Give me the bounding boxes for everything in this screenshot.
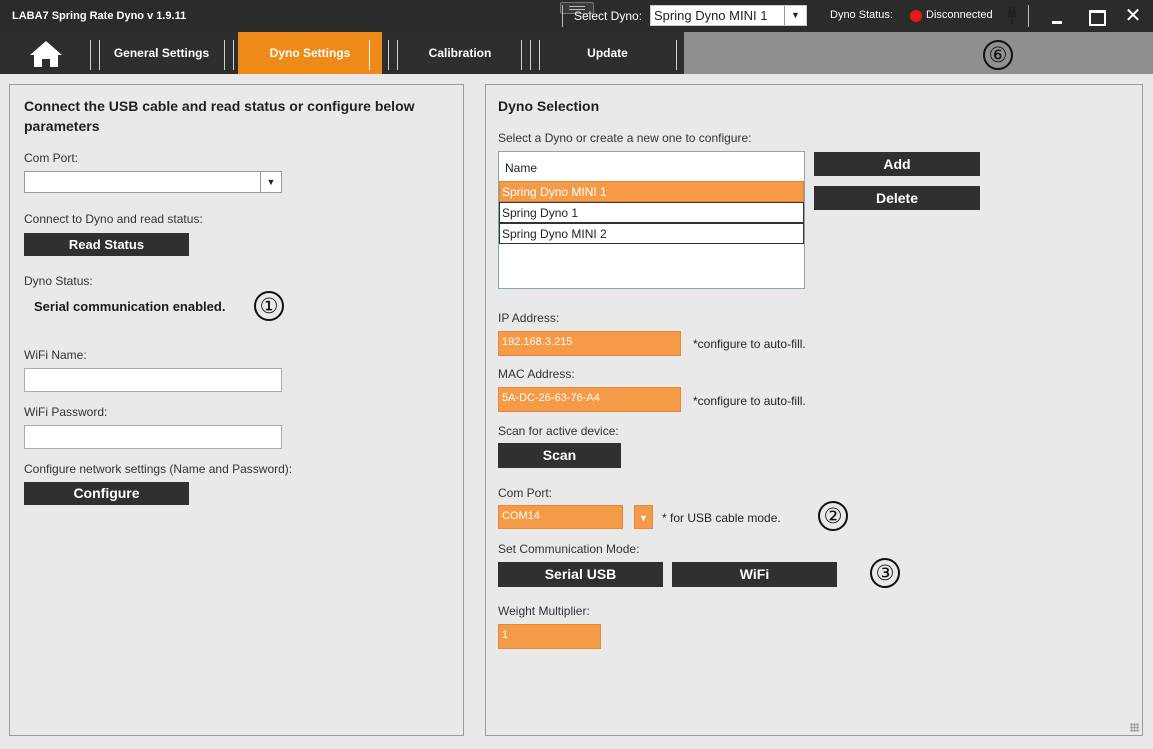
wifi-password-input[interactable] xyxy=(24,425,282,449)
nav-divider xyxy=(676,40,677,70)
wifi-name-input[interactable] xyxy=(24,368,282,392)
dyno-status-label: Dyno Status: xyxy=(24,274,93,288)
select-dyno-value: Spring Dyno MINI 1 xyxy=(654,8,768,23)
delete-dyno-button[interactable]: Delete xyxy=(814,186,980,210)
list-item[interactable]: Spring Dyno 1 xyxy=(499,202,804,223)
title-separator xyxy=(562,5,563,27)
scan-button[interactable]: Scan xyxy=(498,443,621,468)
nav-divider xyxy=(530,40,531,70)
plug-icon[interactable] xyxy=(1005,5,1019,25)
tab-update[interactable]: Update xyxy=(540,32,675,74)
read-status-button[interactable]: Read Status xyxy=(24,233,189,256)
tab-dyno-settings-label: Dyno Settings xyxy=(269,46,351,60)
com-port-dropdown[interactable]: ▼ xyxy=(24,171,282,193)
serial-usb-button[interactable]: Serial USB xyxy=(498,562,663,587)
chevron-down-icon[interactable]: ▼ xyxy=(260,172,281,192)
add-dyno-button[interactable]: Add xyxy=(814,152,980,176)
usb-connection-panel: Connect the USB cable and read status or… xyxy=(9,84,464,736)
select-dyno-dropdown[interactable]: Spring Dyno MINI 1 ▼ xyxy=(650,5,807,26)
wifi-name-label: WiFi Name: xyxy=(24,348,87,362)
annotation-marker-1: ① xyxy=(254,291,284,321)
ip-address-label: IP Address: xyxy=(498,311,560,325)
ip-address-field[interactable]: 192.168.3.215 xyxy=(498,331,681,356)
status-dot-icon xyxy=(910,10,922,22)
com-port-label: Com Port: xyxy=(24,151,79,165)
com-port-field[interactable]: COM14 xyxy=(498,505,623,529)
annotation-marker-3: ③ xyxy=(870,558,900,588)
minimize-button[interactable] xyxy=(1043,4,1071,28)
home-icon[interactable] xyxy=(18,38,74,70)
weight-multiplier-field[interactable]: 1 xyxy=(498,624,601,649)
annotation-marker-2: ② xyxy=(818,501,848,531)
panel-heading: Dyno Selection xyxy=(498,98,600,114)
mac-address-label: MAC Address: xyxy=(498,367,575,381)
title-bar: LABA7 Spring Rate Dyno v 1.9.11 Select D… xyxy=(0,0,1153,32)
nav-divider xyxy=(224,40,225,70)
nav-divider xyxy=(369,40,370,70)
nav-divider xyxy=(233,40,234,70)
nav-divider xyxy=(90,40,91,70)
app-title: LABA7 Spring Rate Dyno v 1.9.11 xyxy=(12,10,187,22)
maximize-button[interactable] xyxy=(1081,4,1109,28)
select-dyno-label: Select Dyno: xyxy=(574,9,643,23)
com-port-label: Com Port: xyxy=(498,486,553,500)
dyno-list[interactable]: Name Spring Dyno MINI 1 Spring Dyno 1 Sp… xyxy=(498,151,805,289)
table-header: Name xyxy=(499,152,804,182)
dyno-status-label: Dyno Status: xyxy=(830,9,893,21)
configure-button[interactable]: Configure xyxy=(24,482,189,505)
tab-calibration[interactable]: Calibration xyxy=(398,32,522,74)
list-item[interactable]: Spring Dyno MINI 2 xyxy=(499,223,804,244)
dyno-status-value: Serial communication enabled. xyxy=(34,299,226,314)
dyno-selection-panel: Dyno Selection Select a Dyno or create a… xyxy=(485,84,1143,736)
mac-address-field[interactable]: 5A-DC-26-63-76-A4 xyxy=(498,387,681,412)
chevron-down-icon[interactable]: ▼ xyxy=(634,505,653,529)
nav-bar: General Settings Dyno Settings Calibrati… xyxy=(0,32,1153,74)
tab-general-settings[interactable]: General Settings xyxy=(100,32,223,74)
nav-divider xyxy=(521,40,522,70)
communication-mode-label: Set Communication Mode: xyxy=(498,542,640,556)
wifi-password-label: WiFi Password: xyxy=(24,405,108,419)
close-button[interactable]: ✕ xyxy=(1119,4,1147,28)
title-separator xyxy=(1028,5,1029,27)
weight-multiplier-label: Weight Multiplier: xyxy=(498,604,590,618)
panel-heading: Connect the USB cable and read status or… xyxy=(24,98,415,134)
com-port-note: * for USB cable mode. xyxy=(662,511,781,525)
dyno-status-value: Disconnected xyxy=(926,9,993,21)
wifi-button[interactable]: WiFi xyxy=(672,562,837,587)
chevron-down-icon[interactable]: ▼ xyxy=(784,6,806,25)
tab-dyno-settings[interactable]: Dyno Settings xyxy=(238,32,382,74)
select-prompt: Select a Dyno or create a new one to con… xyxy=(498,131,752,145)
mac-address-note: *configure to auto-fill. xyxy=(693,394,806,408)
nav-divider xyxy=(388,40,389,70)
annotation-marker-6: ⑥ xyxy=(983,40,1013,70)
scan-label: Scan for active device: xyxy=(498,424,619,438)
resize-grip-icon[interactable] xyxy=(1130,723,1139,732)
read-status-label: Connect to Dyno and read status: xyxy=(24,212,203,226)
list-item[interactable]: Spring Dyno MINI 1 xyxy=(499,181,804,202)
configure-label: Configure network settings (Name and Pas… xyxy=(24,462,293,476)
ip-address-note: *configure to auto-fill. xyxy=(693,337,806,351)
close-icon: ✕ xyxy=(1124,5,1142,27)
